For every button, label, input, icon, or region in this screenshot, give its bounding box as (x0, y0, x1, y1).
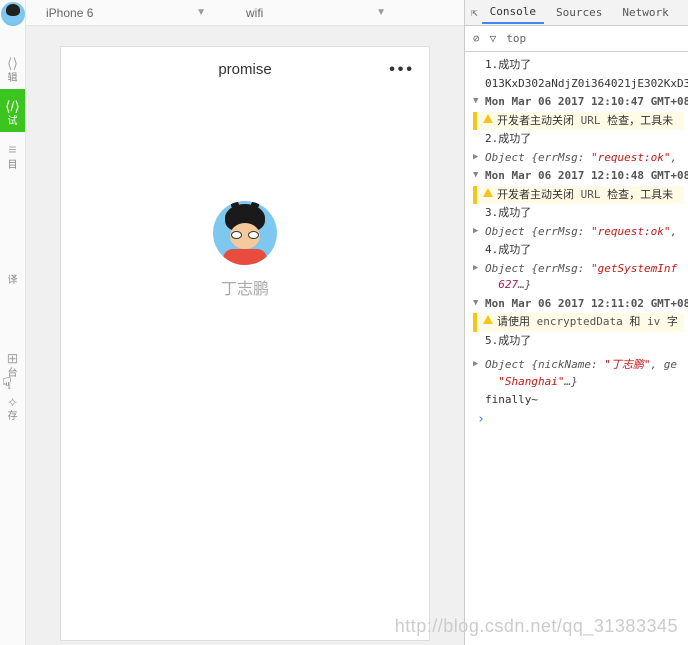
chevron-down-icon: ▼ (196, 7, 206, 18)
network-select[interactable]: wifi ▼ (246, 6, 386, 20)
filter-icon[interactable]: ▽ (490, 32, 497, 45)
warning-icon (483, 315, 493, 324)
log-warning: 开发者主动关闭 URL 检查，工具未 (473, 112, 684, 131)
inspect-icon[interactable]: ⇱ (471, 6, 478, 19)
tab-network[interactable]: Network (614, 2, 676, 23)
profile-avatar (213, 201, 277, 265)
left-sidebar: ⟨⟩ 辑 ⟨/⟩ 试 ≡ 目 ☟ 译 ⊞ 台 ⟡ 存 (0, 0, 26, 645)
network-select-value: wifi (246, 6, 263, 20)
sidebar-item-label: 目 (8, 160, 18, 171)
context-select[interactable]: top (506, 32, 526, 45)
log-group-header[interactable]: ▼Mon Mar 06 2017 12:10:47 GMT+08 (473, 93, 684, 112)
devtools-panel: ⇱ Console Sources Network ⊘ ▽ top 1.成功了 … (464, 0, 688, 645)
warning-icon (483, 188, 493, 197)
clear-console-icon[interactable]: ⊘ (473, 32, 480, 45)
log-line: 2.成功了 (473, 130, 684, 149)
sidebar-item-project[interactable]: ≡ 目 (0, 132, 25, 175)
sidebar-item-label: 存 (8, 411, 18, 422)
log-object[interactable]: ▶Object {errMsg: "request:ok", (473, 149, 684, 168)
sidebar-item-label: 译 (8, 275, 18, 286)
phone-frame: promise ••• 丁志鹏 (60, 46, 430, 641)
sidebar-item-edit[interactable]: ⟨⟩ 辑 (0, 46, 25, 89)
device-select[interactable]: iPhone 6 ▼ (46, 6, 206, 20)
code-icon: ⟨⟩ (0, 54, 25, 72)
console-toolbar: ⊘ ▽ top (465, 26, 688, 52)
device-select-value: iPhone 6 (46, 6, 93, 20)
chevron-down-icon: ▼ (376, 7, 386, 18)
layers-icon: ⟡ (0, 392, 25, 410)
log-group-header[interactable]: ▼Mon Mar 06 2017 12:10:48 GMT+08 (473, 167, 684, 186)
page-title: promise (218, 61, 271, 78)
log-line: 3.成功了 (473, 204, 684, 223)
user-avatar[interactable] (1, 2, 25, 26)
more-icon[interactable]: ••• (389, 61, 415, 79)
warning-icon (483, 114, 493, 123)
profile-nickname: 丁志鹏 (61, 275, 429, 299)
simulator-topbar: iPhone 6 ▼ wifi ▼ (26, 0, 464, 26)
log-warning: 请使用 encryptedData 和 iv 字 (473, 313, 684, 332)
log-line: 013KxD302aNdjZ0i364021jE302KxD3 (473, 75, 684, 94)
sidebar-item-compile[interactable]: 译 (0, 266, 25, 291)
log-object[interactable]: ▶Object {nickName: "丁志鹏", ge "Shanghai"…… (473, 356, 684, 391)
tab-sources[interactable]: Sources (548, 2, 610, 23)
console-log: 1.成功了 013KxD302aNdjZ0i364021jE302KxD3 ▼M… (465, 52, 688, 433)
watermark: http://blog.csdn.net/qq_31383345 (395, 616, 678, 637)
sidebar-item-label: 辑 (8, 73, 18, 84)
log-group-header[interactable]: ▼Mon Mar 06 2017 12:11:02 GMT+08 (473, 295, 684, 314)
menu-icon: ≡ (0, 140, 25, 158)
log-line: 4.成功了 (473, 241, 684, 260)
log-line: 1.成功了 (473, 56, 684, 75)
phone-nav-bar: promise ••• (61, 47, 429, 91)
console-prompt[interactable]: › (473, 410, 684, 430)
simulator-area: promise ••• 丁志鹏 (26, 26, 464, 645)
debug-icon: ⟨/⟩ (0, 97, 25, 115)
sidebar-item-label: 试 (8, 116, 18, 127)
sidebar-item-debug[interactable]: ⟨/⟩ 试 (0, 89, 25, 132)
log-object[interactable]: ▶Object {errMsg: "getSystemInf 627…} (473, 260, 684, 295)
tab-console[interactable]: Console (482, 1, 544, 24)
log-warning: 开发者主动关闭 URL 检查，工具未 (473, 186, 684, 205)
cursor-hand-icon: ☟ (2, 374, 12, 394)
log-line: 5.成功了 (473, 332, 684, 351)
grid-icon: ⊞ (0, 349, 25, 367)
log-object[interactable]: ▶Object {errMsg: "request:ok", (473, 223, 684, 242)
log-line: finally~ (473, 391, 684, 410)
devtools-tabs: ⇱ Console Sources Network (465, 0, 688, 26)
